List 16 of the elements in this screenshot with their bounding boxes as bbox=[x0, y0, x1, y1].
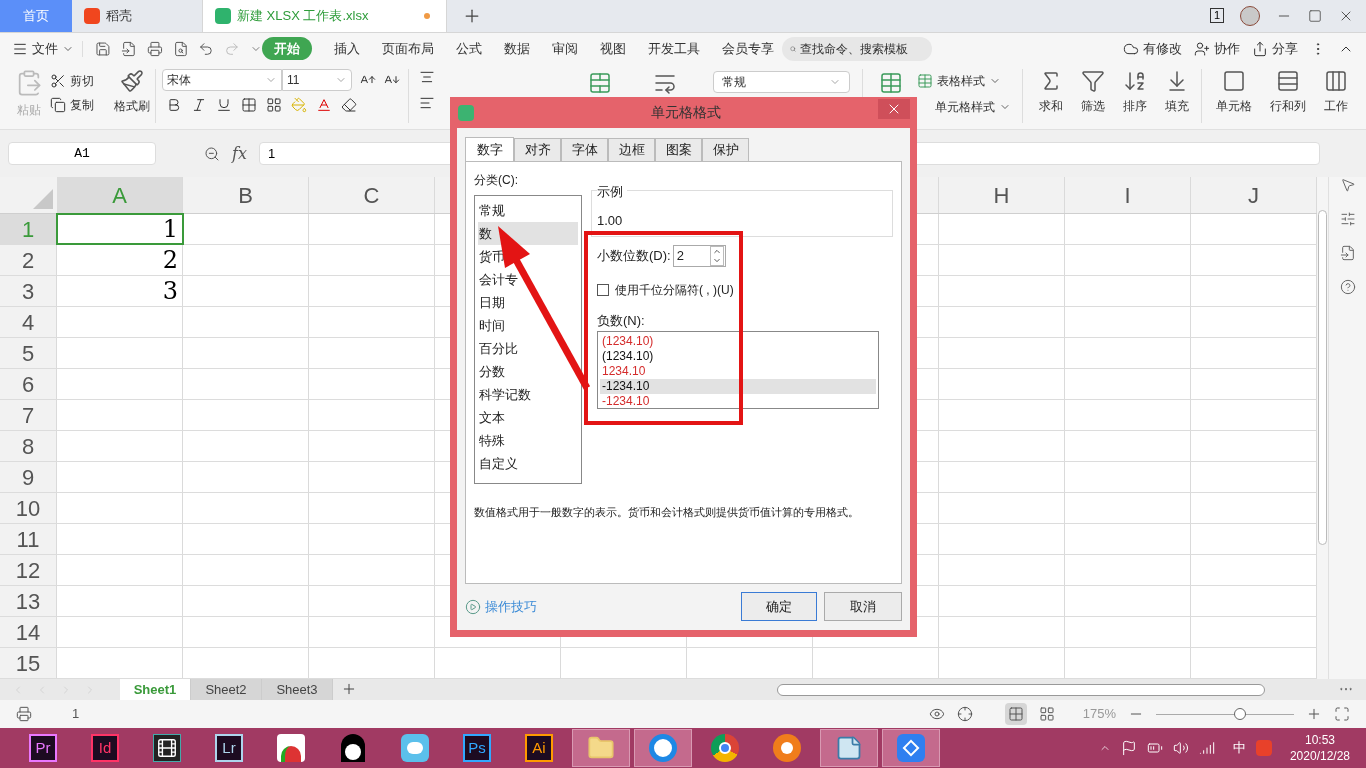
sample-value: 1.00 bbox=[597, 213, 623, 228]
category-label: 分类(C): bbox=[474, 172, 519, 189]
cell-value: 1 bbox=[162, 217, 178, 241]
app-icon: Ps bbox=[463, 734, 491, 762]
description-text: 数值格式用于一般数字的表示。货币和会计格式则提供货币值计算的专用格式。 bbox=[474, 505, 860, 520]
decimals-label: 小数位数(D): bbox=[597, 247, 671, 266]
app-icon: Pr bbox=[29, 734, 57, 762]
negative-label: 负数(N): bbox=[597, 312, 646, 330]
app-icon: Lr bbox=[215, 734, 243, 762]
fx-label: fx bbox=[232, 142, 247, 165]
dialog-title: 单元格格式 bbox=[650, 103, 722, 122]
cell-value: 2 bbox=[162, 248, 178, 272]
app-icon: Id bbox=[91, 734, 119, 762]
app-icon: Ai bbox=[525, 734, 553, 762]
cell-value: 3 bbox=[162, 279, 178, 303]
status-value: 1 bbox=[72, 705, 80, 724]
